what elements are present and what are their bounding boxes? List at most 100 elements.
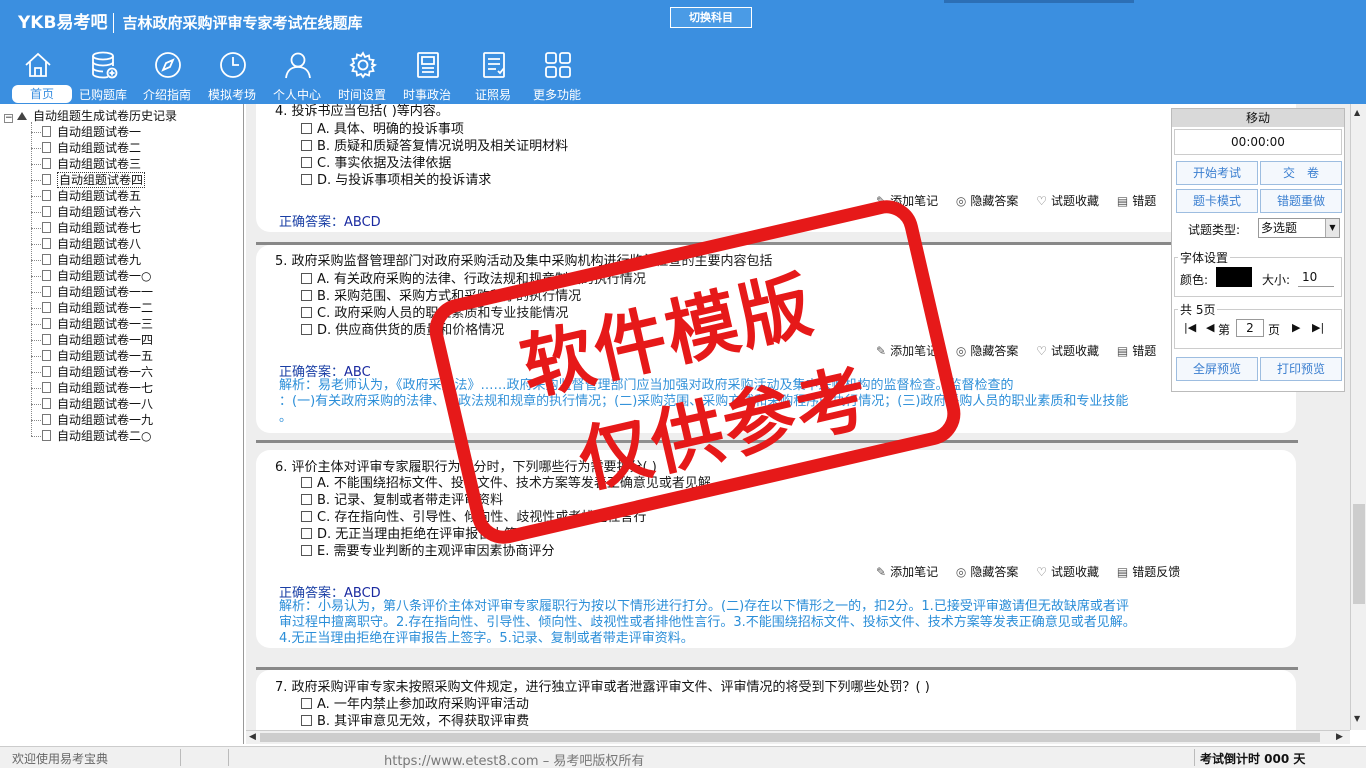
nav-more-features[interactable]: 更多功能 [524,46,590,104]
checkbox[interactable] [301,698,312,709]
tree-item[interactable]: 自动组题试卷一七 [42,380,153,396]
tree-item[interactable]: 自动组题试卷八 [42,236,141,252]
divider [180,749,181,766]
switch-subject-button[interactable]: 切换科目 [670,7,752,28]
document-icon [42,382,51,393]
redo-wrong-button[interactable]: 错题重做 [1260,189,1342,213]
checkbox[interactable] [301,494,312,505]
tree-item[interactable]: 自动组题试卷六 [42,204,141,220]
tree-item[interactable]: 自动组题试卷一一 [42,284,153,300]
tree-item[interactable]: 自动组题试卷一○ [42,268,151,284]
nav-personal-center[interactable]: 个人中心 [264,46,330,104]
nav-home[interactable]: 首页 [4,46,72,104]
error-feedback-button[interactable]: ▤ 错题 [1117,342,1156,359]
page-suffix: 页 [1268,323,1281,337]
scroll-right-icon[interactable]: ▶ [1336,732,1343,742]
nav-time-settings[interactable]: 时间设置 [329,46,395,104]
prev-page-icon[interactable]: ◀ [1206,321,1214,334]
scroll-down-icon[interactable]: ▼ [1354,714,1360,723]
submit-button[interactable]: 交 卷 [1260,161,1342,185]
tree-item[interactable]: 自动组题试卷一四 [42,332,153,348]
option-label: E. 需要专业判断的主观评审因素协商评分 [317,544,555,559]
fullscreen-preview-button[interactable]: 全屏预览 [1176,357,1258,381]
checkbox[interactable] [301,290,312,301]
question-type-select[interactable]: 多选题 ▼ [1258,218,1340,238]
checkbox[interactable] [301,174,312,185]
font-size-input[interactable]: 10 [1298,267,1334,287]
page-number-input[interactable]: 2 [1236,319,1264,337]
tree-item-label: 自动组题试卷一 [57,125,142,139]
scroll-thumb[interactable] [1353,504,1365,604]
tree-item[interactable]: 自动组题试卷一二 [42,300,153,316]
tree-item[interactable]: 自动组题试卷一五 [42,348,153,364]
document-icon [42,366,51,377]
error-feedback-button[interactable]: ▤ 错题 [1117,192,1156,209]
nav-license[interactable]: 证照易 [460,46,526,104]
checkbox[interactable] [301,545,312,556]
nav-current-affairs[interactable]: 时事政治 [394,46,460,104]
error-feedback-button[interactable]: ▤ 错题反馈 [1117,563,1180,580]
top-header: YKB易考吧 吉林政府采购评审专家考试在线题库 切换科目 首页 已购题库 介绍指南… [0,0,1366,104]
hide-answer-button[interactable]: ◎ 隐藏答案 [956,342,1019,359]
first-page-icon[interactable]: |◀ [1184,321,1196,334]
brand: YKB易考吧 吉林政府采购评审专家考试在线题库 [18,8,362,33]
tree-item-label: 自动组题试卷五 [57,189,142,203]
next-page-icon[interactable]: ▶ [1292,321,1300,334]
tree-root[interactable]: − 自动组题生成试卷历史记录 [4,108,177,124]
font-color-swatch[interactable] [1216,267,1252,287]
scroll-up-icon[interactable]: ▲ [1354,108,1360,117]
checkbox[interactable] [301,324,312,335]
pencil-icon: ✎ [876,565,887,579]
checkbox[interactable] [301,140,312,151]
tree-item[interactable]: 自动组题试卷一八 [42,396,153,412]
horizontal-scrollbar[interactable]: ◀ ▶ [246,730,1350,744]
tree-item[interactable]: 自动组题试卷一九 [42,412,153,428]
tree-item[interactable]: 自动组题试卷一 [42,124,141,140]
option-b[interactable]: B. 其评审意见无效，不得获取评审费 [301,710,529,729]
h-scroll-thumb[interactable] [260,733,1320,742]
collapse-icon[interactable]: − [4,114,13,123]
nav-mock-exam[interactable]: 模拟考场 [199,46,265,104]
print-preview-button[interactable]: 打印预览 [1260,357,1342,381]
card-mode-button[interactable]: 题卡模式 [1176,189,1258,213]
option-e[interactable]: E. 需要专业判断的主观评审因素协商评分 [301,540,554,559]
nav-purchased-banks[interactable]: 已购题库 [70,46,136,104]
home-icon [25,52,51,77]
hide-answer-button[interactable]: ◎ 隐藏答案 [956,563,1019,580]
page-prefix: 第 [1218,323,1231,337]
option-d[interactable]: D. 与投诉事项相关的投诉请求 [301,169,491,188]
tree-item[interactable]: 自动组题试卷五 [42,188,141,204]
add-note-button[interactable]: ✎ 添加笔记 [876,563,938,580]
chevron-down-icon[interactable]: ▼ [1325,219,1339,237]
tree-item[interactable]: 自动组题试卷九 [42,252,141,268]
document-icon [42,398,51,409]
move-handle[interactable]: 移动 [1172,109,1344,127]
checkbox[interactable] [301,715,312,726]
correct-answer: 正确答案：ABCD [279,215,381,230]
document-icon [42,126,51,137]
tree-item[interactable]: 自动组题试卷一三 [42,316,153,332]
tree-item[interactable]: 自动组题试卷三 [42,156,141,172]
nav-guide[interactable]: 介绍指南 [134,46,200,104]
checkbox[interactable] [301,511,312,522]
tree-item[interactable]: 自动组题试卷二○ [42,428,151,444]
checkbox[interactable] [301,477,312,488]
start-exam-button[interactable]: 开始考试 [1176,161,1258,185]
vertical-scrollbar[interactable]: ▲ ▼ [1350,104,1366,730]
checkbox[interactable] [301,123,312,134]
checkbox[interactable] [301,307,312,318]
last-page-icon[interactable]: ▶| [1312,321,1324,334]
hide-answer-button[interactable]: ◎ 隐藏答案 [956,192,1019,209]
tree-item[interactable]: 自动组题试卷二 [42,140,141,156]
favorite-button[interactable]: ♡ 试题收藏 [1036,342,1099,359]
checkbox[interactable] [301,157,312,168]
favorite-button[interactable]: ♡ 试题收藏 [1036,192,1099,209]
tree-item[interactable]: 自动组题试卷一六 [42,364,153,380]
document-icon [42,302,51,313]
tree-item[interactable]: 自动组题试卷七 [42,220,141,236]
checkbox[interactable] [301,528,312,539]
scroll-left-icon[interactable]: ◀ [249,732,256,742]
checkbox[interactable] [301,273,312,284]
favorite-button[interactable]: ♡ 试题收藏 [1036,563,1099,580]
tree-item[interactable]: 自动组题试卷四 [42,172,146,188]
